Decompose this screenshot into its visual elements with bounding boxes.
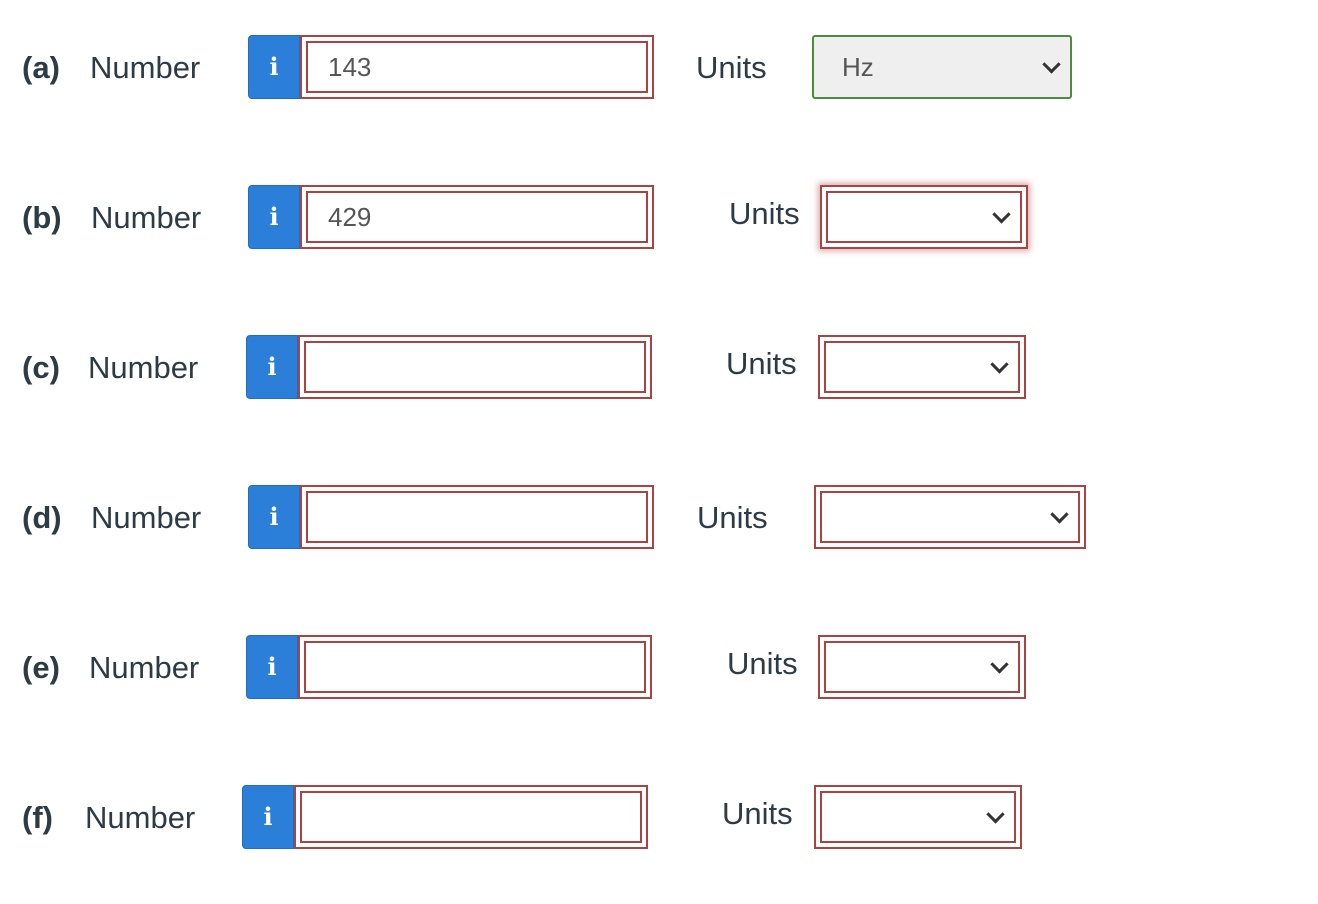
question-row-f: (f) Number i Units <box>0 785 1318 851</box>
number-input-box <box>300 485 654 549</box>
info-button[interactable]: i <box>248 35 300 99</box>
info-icon: i <box>269 52 279 81</box>
units-label: Units <box>697 500 768 535</box>
number-input-box <box>294 785 648 849</box>
question-row-a: (a) Number i Units Hz <box>0 35 1318 101</box>
units-select[interactable] <box>814 785 1022 849</box>
units-label: Units <box>696 50 767 85</box>
info-icon: i <box>267 352 277 381</box>
number-input[interactable] <box>306 191 648 243</box>
number-label: Number <box>88 350 199 385</box>
number-label: Number <box>89 650 200 685</box>
units-select-inner[interactable] <box>826 191 1022 243</box>
chevron-down-icon <box>986 805 1005 824</box>
info-icon: i <box>263 802 273 831</box>
units-select-inner[interactable] <box>824 641 1020 693</box>
info-icon: i <box>269 502 279 531</box>
number-input-box <box>300 185 654 249</box>
number-input-box <box>298 335 652 399</box>
units-select[interactable] <box>818 635 1026 699</box>
number-input[interactable] <box>306 41 648 93</box>
chevron-down-icon <box>990 355 1009 374</box>
chevron-down-icon <box>1042 55 1061 74</box>
part-label: (a) <box>22 50 60 85</box>
chevron-down-icon <box>1050 505 1069 524</box>
question-row-d: (d) Number i Units <box>0 485 1318 551</box>
number-label: Number <box>91 200 202 235</box>
part-label: (d) <box>22 500 62 535</box>
units-select-inner[interactable] <box>820 791 1016 843</box>
number-label: Number <box>91 500 202 535</box>
units-select[interactable] <box>820 185 1028 249</box>
units-select[interactable] <box>818 335 1026 399</box>
chevron-down-icon <box>992 205 1011 224</box>
info-button[interactable]: i <box>242 785 294 849</box>
info-button[interactable]: i <box>248 185 300 249</box>
units-label: Units <box>722 796 793 831</box>
number-label: Number <box>85 800 196 835</box>
units-select-inner[interactable] <box>824 341 1020 393</box>
number-input[interactable] <box>304 641 646 693</box>
question-row-e: (e) Number i Units <box>0 635 1318 701</box>
number-input[interactable] <box>304 341 646 393</box>
info-icon: i <box>267 652 277 681</box>
question-row-c: (c) Number i Units <box>0 335 1318 401</box>
number-input[interactable] <box>306 491 648 543</box>
units-label: Units <box>727 646 798 681</box>
info-button[interactable]: i <box>246 335 298 399</box>
number-input-box <box>298 635 652 699</box>
units-select[interactable] <box>814 485 1086 549</box>
units-selected-value: Hz <box>842 51 874 82</box>
info-icon: i <box>269 202 279 231</box>
info-button[interactable]: i <box>246 635 298 699</box>
number-input-box <box>300 35 654 99</box>
part-label: (b) <box>22 200 62 235</box>
units-label: Units <box>729 196 800 231</box>
question-row-b: (b) Number i Units <box>0 185 1318 251</box>
number-input[interactable] <box>300 791 642 843</box>
units-select[interactable]: Hz <box>812 35 1072 99</box>
units-label: Units <box>726 346 797 381</box>
units-select-inner[interactable]: Hz <box>814 37 1070 97</box>
part-label: (c) <box>22 350 60 385</box>
units-select-inner[interactable] <box>820 491 1080 543</box>
part-label: (e) <box>22 650 60 685</box>
chevron-down-icon <box>990 655 1009 674</box>
part-label: (f) <box>22 800 53 835</box>
number-label: Number <box>90 50 201 85</box>
info-button[interactable]: i <box>248 485 300 549</box>
